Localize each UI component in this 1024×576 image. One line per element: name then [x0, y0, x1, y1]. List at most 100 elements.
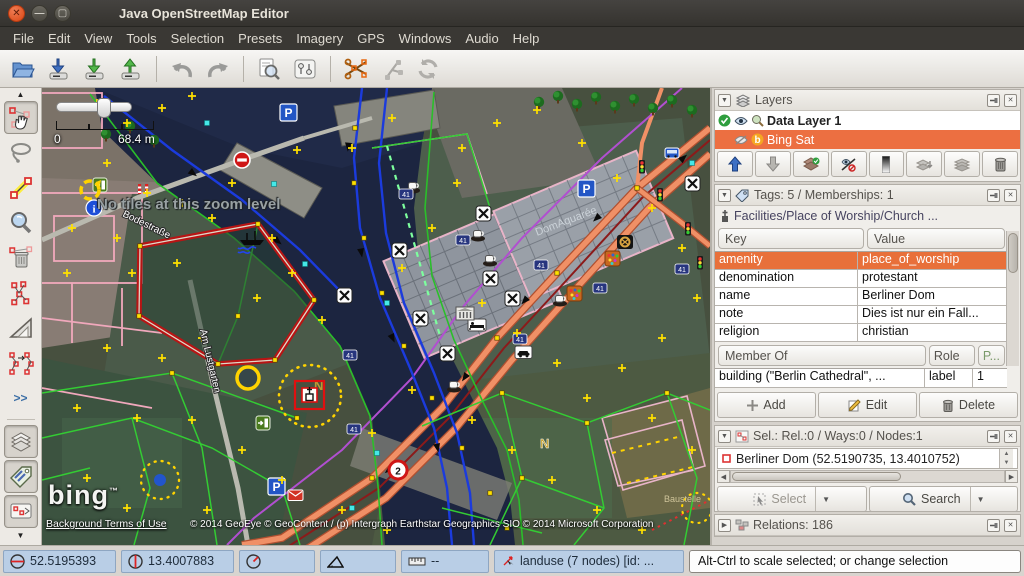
menu-view[interactable]: View	[77, 29, 119, 48]
bing-terms-link[interactable]: Background Terms of Use	[46, 518, 167, 530]
tags-dialog-toggle[interactable]	[4, 460, 38, 493]
close-panel-icon[interactable]: ✕	[1004, 430, 1017, 443]
map-canvas[interactable]: N	[42, 88, 710, 545]
visible-eye-icon[interactable]	[734, 116, 748, 126]
download-osm-button[interactable]	[42, 53, 76, 85]
split-way-button[interactable]	[339, 53, 373, 85]
stick-panel-icon[interactable]	[987, 189, 1000, 202]
tags-scrollbar[interactable]	[1006, 231, 1019, 366]
parallel-way-tool-button[interactable]	[4, 346, 38, 379]
menu-selection[interactable]: Selection	[164, 29, 231, 48]
search-objects-button[interactable]	[252, 53, 286, 85]
menu-audio[interactable]: Audio	[458, 29, 505, 48]
undo-button[interactable]	[165, 53, 199, 85]
key-column-header[interactable]: Key	[718, 228, 864, 249]
layer-row-data[interactable]: Data Layer 1	[715, 111, 1020, 130]
select-tool-button[interactable]	[4, 101, 38, 134]
close-panel-icon[interactable]: ✕	[1004, 94, 1017, 107]
layer-activate-button[interactable]	[793, 151, 829, 177]
menu-presets[interactable]: Presets	[231, 29, 289, 48]
extrude-tool-button[interactable]	[4, 311, 38, 344]
collapse-panel-icon[interactable]: ▼	[718, 189, 731, 202]
stick-panel-icon[interactable]	[987, 430, 1000, 443]
select-button[interactable]: Select ▼	[717, 486, 867, 512]
layers-icon	[735, 93, 751, 107]
upload-button[interactable]	[114, 53, 148, 85]
stick-panel-icon[interactable]	[987, 94, 1000, 107]
zoom-slider-handle[interactable]	[97, 98, 111, 118]
member-of-header[interactable]: Member Of	[718, 345, 926, 366]
layer-move-down-button[interactable]	[755, 151, 791, 177]
menu-gps[interactable]: GPS	[350, 29, 391, 48]
unglue-tool-button[interactable]	[4, 276, 38, 309]
window-close-button[interactable]: ✕	[8, 5, 25, 22]
lasso-tool-button[interactable]	[4, 136, 38, 169]
collapse-panel-icon[interactable]: ▼	[718, 430, 731, 443]
expand-panel-icon[interactable]: ▶	[718, 519, 731, 532]
toolbar-scroll-down[interactable]: ▼	[4, 530, 38, 540]
value-column-header[interactable]: Value	[867, 228, 1005, 249]
menu-help[interactable]: Help	[506, 29, 547, 48]
layer-duplicate-button[interactable]	[944, 151, 980, 177]
membership-row[interactable]: building ("Berlin Cathedral", ... label …	[715, 369, 1007, 388]
tag-row[interactable]: nameBerliner Dom	[715, 288, 1007, 306]
layers-dialog-toggle[interactable]	[4, 425, 38, 458]
add-tag-button[interactable]: Add	[717, 392, 816, 418]
download-data-button[interactable]	[78, 53, 112, 85]
zoom-tool-button[interactable]	[4, 206, 38, 239]
redo-button[interactable]	[201, 53, 235, 85]
map-zoom-slider[interactable]	[56, 102, 132, 112]
selection-hscrollbar[interactable]: ◀ ▶	[717, 470, 1018, 483]
dropdown-arrow-icon: ▼	[970, 487, 985, 511]
collapse-panel-icon[interactable]: ▼	[718, 94, 731, 107]
menu-edit[interactable]: Edit	[41, 29, 77, 48]
layer-opacity-button[interactable]	[869, 151, 905, 177]
menu-imagery[interactable]: Imagery	[289, 29, 350, 48]
menu-windows[interactable]: Windows	[392, 29, 459, 48]
draw-nodes-tool-button[interactable]	[4, 171, 38, 204]
delete-tag-button[interactable]: Delete	[919, 392, 1018, 418]
more-tools-button[interactable]: >>	[4, 381, 38, 414]
position-header[interactable]: P...	[978, 345, 1005, 366]
menu-tools[interactable]: Tools	[119, 29, 163, 48]
scale-max-label: 68.4 m	[118, 132, 155, 146]
layer-visibility-button[interactable]	[831, 151, 867, 177]
layer-move-up-button[interactable]	[717, 151, 753, 177]
layer-merge-button[interactable]	[906, 151, 942, 177]
restaurant-icon	[392, 243, 407, 258]
delete-tool-button[interactable]	[4, 241, 38, 274]
update-data-button[interactable]	[411, 53, 445, 85]
relations-panel-header: ▶ Relations: 186 ✕	[715, 515, 1020, 536]
longitude-display: 13.4007883	[121, 550, 234, 573]
preferences-button[interactable]	[288, 53, 322, 85]
selection-list-item[interactable]: Berliner Dom (52.5190735, 13.4010752) ▲▼	[717, 448, 1018, 469]
window-maximize-button[interactable]: ▢	[54, 5, 71, 22]
house-number-badge: 41	[534, 260, 548, 270]
traffic-light-icon	[639, 160, 645, 174]
map-view[interactable]: N	[42, 88, 710, 545]
edit-tag-button[interactable]: Edit	[818, 392, 917, 418]
preset-row[interactable]: Facilities/Place of Worship/Church ...	[715, 206, 1020, 226]
area-label-baustelle: Baustelle	[664, 494, 701, 504]
menu-file[interactable]: File	[6, 29, 41, 48]
tag-row[interactable]: noteDies ist nur ein Fall...	[715, 306, 1007, 324]
tag-row[interactable]: amenityplace_of_worship	[715, 252, 1007, 270]
list-spinner[interactable]: ▲▼	[999, 449, 1013, 468]
tag-row[interactable]: religionchristian	[715, 324, 1007, 342]
museum-icon	[456, 307, 474, 320]
bakery-icon	[617, 235, 633, 249]
close-panel-icon[interactable]: ✕	[1004, 189, 1017, 202]
role-header[interactable]: Role	[929, 345, 975, 366]
selection-dialog-toggle[interactable]	[4, 495, 38, 528]
layer-delete-button[interactable]	[982, 151, 1018, 177]
close-panel-icon[interactable]: ✕	[1004, 519, 1017, 532]
hidden-eye-icon[interactable]	[734, 135, 748, 145]
open-file-button[interactable]	[6, 53, 40, 85]
combine-way-button[interactable]	[375, 53, 409, 85]
layer-row-bing[interactable]: b Bing Sat	[715, 130, 1020, 149]
stick-panel-icon[interactable]	[987, 519, 1000, 532]
window-minimize-button[interactable]: —	[31, 5, 48, 22]
tag-row[interactable]: denominationprotestant	[715, 270, 1007, 288]
search-button[interactable]: Search ▼	[869, 486, 1019, 512]
toolbar-scroll-up[interactable]: ▲	[4, 89, 38, 99]
